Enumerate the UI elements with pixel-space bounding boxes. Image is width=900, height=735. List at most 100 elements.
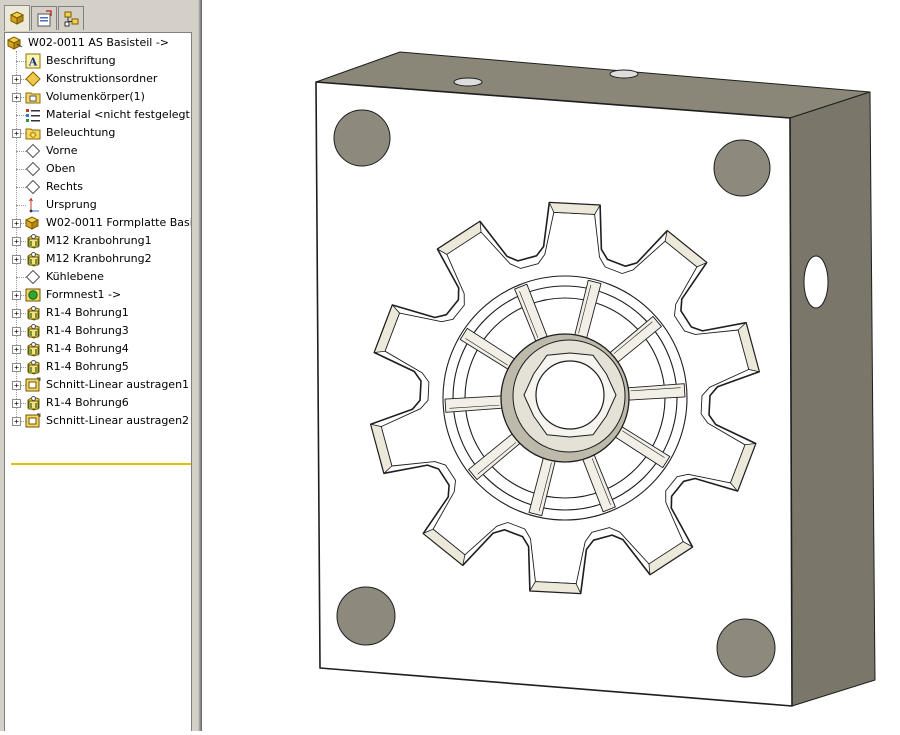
tree-item[interactable]: + Volumenkörper(1) <box>5 88 191 106</box>
feature-manager-panel: W02-0011 AS Basisteil -> A Beschriftung + K… <box>0 0 198 731</box>
tree-item-label: R1-4 Bohrung3 <box>46 324 129 337</box>
hole-feature-icon <box>25 359 41 375</box>
tree-item[interactable]: + M12 Kranbohrung1 <box>5 232 191 250</box>
tree-item[interactable]: + R1-4 Bohrung5 <box>5 358 191 376</box>
tree-item-label: Schnitt-Linear austragen2 <box>46 414 190 427</box>
origin-icon <box>25 197 41 213</box>
featuremanager-tab[interactable] <box>4 5 30 31</box>
expand-toggle[interactable]: + <box>12 345 21 354</box>
tree-item-label: R1-4 Bohrung5 <box>46 360 129 373</box>
hole-feature-icon <box>25 395 41 411</box>
tree-item[interactable]: Rechts <box>5 178 191 196</box>
tree-item-label: M12 Kranbohrung2 <box>46 252 152 265</box>
cut-extrude-icon <box>25 377 41 393</box>
part-icon <box>6 35 23 51</box>
corner-hole <box>716 618 776 678</box>
expand-toggle[interactable]: + <box>12 309 21 318</box>
material-icon <box>25 107 41 123</box>
graphics-area[interactable] <box>202 0 900 731</box>
tooth-tip-face <box>548 202 601 215</box>
tree-item[interactable]: + Schnitt-Linear austragen1 <box>5 376 191 394</box>
tree-item-label: Material <nicht festgelegt> <box>46 108 192 121</box>
tree-item[interactable]: + R1-4 Bohrung4 <box>5 340 191 358</box>
tree-item-label: R1-4 Bohrung6 <box>46 396 129 409</box>
tree-item[interactable]: + Beleuchtung <box>5 124 191 142</box>
tree-item[interactable]: A Beschriftung <box>5 52 191 70</box>
center-bore <box>535 360 605 430</box>
tree-item[interactable]: + Schnitt-Linear austragen2 <box>5 412 191 430</box>
tree-item[interactable]: Oben <box>5 160 191 178</box>
tree-item-label: M12 Kranbohrung1 <box>46 234 152 247</box>
tree-item-label: Volumenkörper(1) <box>46 90 145 103</box>
tree-item[interactable]: Material <nicht festgelegt> <box>5 106 192 124</box>
expand-toggle[interactable]: + <box>12 291 21 300</box>
configuration-icon <box>64 11 79 27</box>
tree-item-label: Beleuchtung <box>46 126 116 139</box>
cut-extrude-icon <box>25 413 41 429</box>
tree-item[interactable]: Ursprung <box>5 196 191 214</box>
expand-toggle[interactable]: + <box>12 381 21 390</box>
tree-item-label: R1-4 Bohrung4 <box>46 342 129 355</box>
feature-tree[interactable]: W02-0011 AS Basisteil -> A Beschriftung + K… <box>4 32 192 731</box>
tree-item[interactable]: + Formnest1 -> <box>5 286 191 304</box>
hole-feature-icon <box>25 305 41 321</box>
expand-toggle[interactable]: + <box>12 129 21 138</box>
tree-item-label: Vorne <box>46 144 78 157</box>
expand-toggle[interactable]: + <box>12 237 21 246</box>
expand-toggle[interactable]: + <box>12 363 21 372</box>
top-cooling-hole <box>609 69 639 79</box>
svg-text:A: A <box>28 56 38 69</box>
tree-item[interactable]: Kühlebene <box>5 268 191 286</box>
tree-item-label: Kühlebene <box>46 270 104 283</box>
tree-item[interactable]: Vorne <box>5 142 191 160</box>
lighting-icon <box>25 125 41 141</box>
tree-item-label: W02-0011 Formplatte Basisgrö <box>46 216 192 229</box>
mold-plate <box>315 51 876 707</box>
model-view <box>315 51 876 707</box>
corner-hole <box>713 139 771 197</box>
annotation-icon: A <box>25 53 41 69</box>
tree-item[interactable]: + Konstruktionsordner <box>5 70 191 88</box>
hole-feature-icon <box>25 233 41 249</box>
expand-toggle[interactable]: + <box>12 75 21 84</box>
tree-root-label: W02-0011 AS Basisteil -> <box>28 36 170 49</box>
tree-item[interactable]: + M12 Kranbohrung2 <box>5 250 191 268</box>
tree-root[interactable]: W02-0011 AS Basisteil -> <box>5 34 191 52</box>
hole-feature-icon <box>25 323 41 339</box>
top-cooling-hole <box>453 77 483 87</box>
property-icon <box>37 10 52 27</box>
corner-hole <box>336 586 396 646</box>
corner-hole <box>333 109 391 167</box>
tree-item-label: Formnest1 -> <box>46 288 122 301</box>
solid-bodies-folder-icon <box>25 89 41 105</box>
rollback-bar[interactable] <box>11 463 191 465</box>
tree-item[interactable]: + R1-4 Bohrung6 <box>5 394 191 412</box>
tree-item-label: Konstruktionsordner <box>46 72 158 85</box>
tree-item[interactable]: + R1-4 Bohrung1 <box>5 304 191 322</box>
plane-icon <box>25 143 41 159</box>
tree-item-label: R1-4 Bohrung1 <box>46 306 129 319</box>
tree-item[interactable]: + W02-0011 Formplatte Basisgrö <box>5 214 192 232</box>
hole-feature-icon <box>25 341 41 357</box>
tree-item-label: Beschriftung <box>46 54 116 67</box>
expand-toggle[interactable]: + <box>12 93 21 102</box>
expand-toggle[interactable]: + <box>12 327 21 336</box>
configurationmanager-tab[interactable] <box>58 6 84 30</box>
expand-toggle[interactable]: + <box>12 219 21 228</box>
tooth-tip-face <box>529 581 582 594</box>
cavity-icon <box>25 287 41 303</box>
propertymanager-tab[interactable] <box>31 6 57 30</box>
design-binder-icon <box>25 71 41 87</box>
tree-item-label: Ursprung <box>46 198 97 211</box>
plate-side-face <box>789 91 876 707</box>
plane-icon <box>25 269 41 285</box>
expand-toggle[interactable]: + <box>12 255 21 264</box>
tree-item-label: Oben <box>46 162 76 175</box>
tree-item[interactable]: + R1-4 Bohrung3 <box>5 322 191 340</box>
side-hole <box>803 255 829 309</box>
tree-item-label: Schnitt-Linear austragen1 <box>46 378 190 391</box>
plane-icon <box>25 179 41 195</box>
expand-toggle[interactable]: + <box>12 417 21 426</box>
expand-toggle[interactable]: + <box>12 399 21 408</box>
part-tree-icon <box>9 11 25 25</box>
